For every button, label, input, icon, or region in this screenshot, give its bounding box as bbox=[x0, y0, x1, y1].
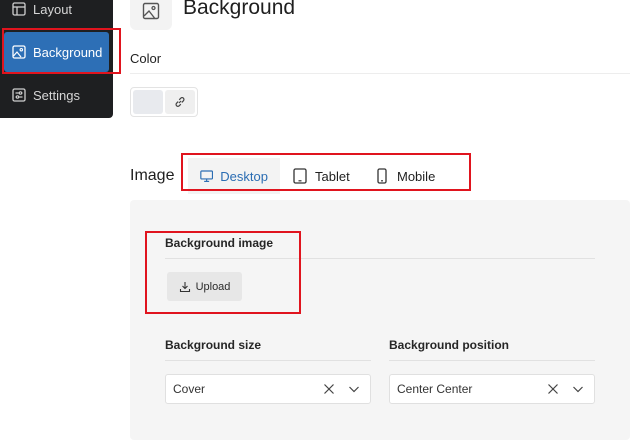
color-label: Color bbox=[130, 51, 162, 66]
chevron-down-icon[interactable] bbox=[348, 383, 360, 395]
tab-tablet[interactable]: Tablet bbox=[280, 158, 362, 194]
sidebar-item-settings[interactable]: Settings bbox=[4, 75, 109, 115]
sidebar-item-label: Settings bbox=[33, 87, 80, 103]
sidebar-item-label: Layout bbox=[33, 1, 73, 17]
page-title: Background bbox=[183, 0, 296, 19]
upload-label: Upload bbox=[195, 280, 231, 293]
desktop-icon bbox=[200, 170, 214, 182]
background-size-label: Background size bbox=[165, 338, 262, 352]
sidebar: Layout Background Settings bbox=[0, 0, 113, 118]
download-icon bbox=[179, 281, 190, 292]
header-icon-box bbox=[130, 0, 172, 30]
background-image-label: Background image bbox=[165, 236, 274, 250]
device-tabs: Desktop Tablet Mobile bbox=[188, 158, 447, 194]
tab-label: Tablet bbox=[315, 168, 350, 184]
divider bbox=[389, 360, 595, 361]
tab-mobile[interactable]: Mobile bbox=[362, 158, 447, 194]
link-icon bbox=[175, 97, 185, 107]
chevron-down-icon[interactable] bbox=[572, 383, 584, 395]
upload-button[interactable]: Upload bbox=[167, 272, 242, 301]
layout-icon bbox=[12, 2, 26, 16]
divider bbox=[165, 258, 595, 259]
sidebar-item-background[interactable]: Background bbox=[4, 32, 109, 72]
image-icon bbox=[142, 2, 160, 20]
select-value: Cover bbox=[173, 382, 206, 396]
select-value: Center Center bbox=[397, 382, 473, 396]
clear-icon[interactable] bbox=[323, 383, 335, 395]
sidebar-item-layout[interactable]: Layout bbox=[4, 0, 109, 29]
sliders-icon bbox=[12, 88, 26, 102]
background-position-label: Background position bbox=[389, 338, 509, 352]
link-button[interactable] bbox=[165, 90, 195, 114]
clear-icon[interactable] bbox=[547, 383, 559, 395]
image-section-label: Image bbox=[130, 167, 175, 184]
color-swatch[interactable] bbox=[133, 90, 163, 114]
background-size-select[interactable]: Cover bbox=[165, 374, 371, 404]
mobile-icon bbox=[377, 168, 387, 184]
divider bbox=[165, 360, 371, 361]
divider bbox=[130, 73, 630, 74]
tablet-icon bbox=[293, 168, 307, 184]
tab-label: Mobile bbox=[397, 168, 436, 184]
background-position-select[interactable]: Center Center bbox=[389, 374, 595, 404]
color-picker bbox=[130, 87, 198, 117]
tab-desktop[interactable]: Desktop bbox=[188, 158, 280, 194]
tab-label: Desktop bbox=[220, 168, 268, 184]
background-image-icon bbox=[12, 45, 26, 59]
sidebar-item-label: Background bbox=[33, 44, 103, 60]
